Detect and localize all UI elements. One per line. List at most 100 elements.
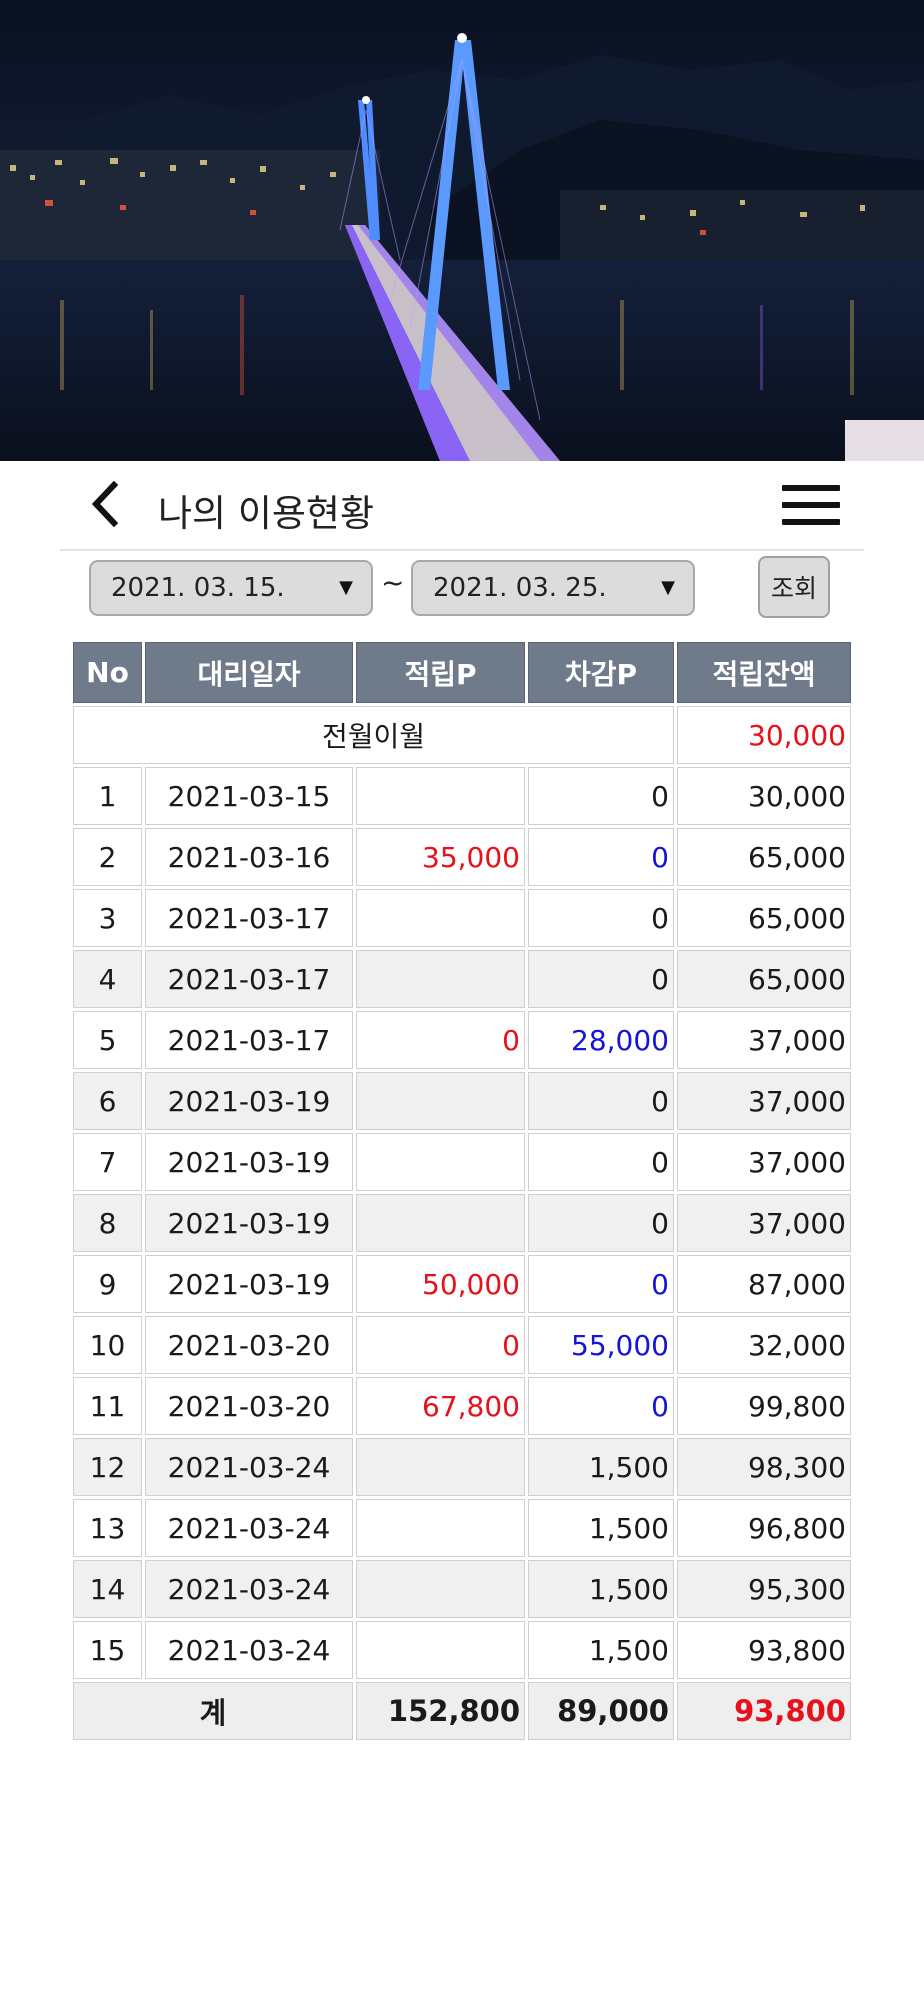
row-balance: 37,000 — [677, 1133, 851, 1191]
start-date-select[interactable]: 2021. 03. 15. ▼ — [89, 560, 373, 616]
row-balance: 37,000 — [677, 1072, 851, 1130]
row-balance: 96,800 — [677, 1499, 851, 1557]
row-deduct: 0 — [528, 1194, 674, 1252]
row-number: 1 — [73, 767, 142, 825]
row-deduct: 0 — [528, 950, 674, 1008]
row-balance: 93,800 — [677, 1621, 851, 1679]
column-header-no: No — [73, 642, 142, 703]
table-row: 14 2021-03-24 1,500 95,300 — [73, 1560, 851, 1618]
row-number: 5 — [73, 1011, 142, 1069]
row-balance: 99,800 — [677, 1377, 851, 1435]
row-earn — [356, 950, 525, 1008]
row-balance: 98,300 — [677, 1438, 851, 1496]
row-balance: 37,000 — [677, 1011, 851, 1069]
row-deduct: 0 — [528, 767, 674, 825]
row-date: 2021-03-24 — [145, 1560, 353, 1618]
row-number: 13 — [73, 1499, 142, 1557]
column-header-date: 대리일자 — [145, 642, 353, 703]
row-date: 2021-03-20 — [145, 1316, 353, 1374]
row-number: 7 — [73, 1133, 142, 1191]
row-balance: 87,000 — [677, 1255, 851, 1313]
row-earn — [356, 889, 525, 947]
row-number: 9 — [73, 1255, 142, 1313]
row-balance: 37,000 — [677, 1194, 851, 1252]
row-date: 2021-03-19 — [145, 1072, 353, 1130]
row-date: 2021-03-20 — [145, 1377, 353, 1435]
row-deduct: 0 — [528, 1255, 674, 1313]
table-row: 13 2021-03-24 1,500 96,800 — [73, 1499, 851, 1557]
row-earn: 50,000 — [356, 1255, 525, 1313]
table-row: 11 2021-03-20 67,800 0 99,800 — [73, 1377, 851, 1435]
row-deduct: 0 — [528, 1133, 674, 1191]
total-label: 계 — [73, 1682, 353, 1740]
total-row: 계 152,800 89,000 93,800 — [73, 1682, 851, 1740]
row-balance: 32,000 — [677, 1316, 851, 1374]
row-deduct: 0 — [528, 1377, 674, 1435]
table-row: 8 2021-03-19 0 37,000 — [73, 1194, 851, 1252]
row-earn: 0 — [356, 1316, 525, 1374]
row-earn — [356, 1072, 525, 1130]
row-balance: 65,000 — [677, 828, 851, 886]
total-deduct: 89,000 — [528, 1682, 674, 1740]
row-deduct: 0 — [528, 828, 674, 886]
row-deduct: 1,500 — [528, 1560, 674, 1618]
carryover-label: 전월이월 — [73, 706, 674, 764]
menu-button[interactable] — [782, 481, 842, 529]
date-filter: 2021. 03. 15. ▼ ~ 2021. 03. 25. ▼ 조회 — [0, 556, 924, 622]
row-deduct: 55,000 — [528, 1316, 674, 1374]
table-row: 7 2021-03-19 0 37,000 — [73, 1133, 851, 1191]
row-earn — [356, 767, 525, 825]
row-earn — [356, 1438, 525, 1496]
row-date: 2021-03-17 — [145, 1011, 353, 1069]
chevron-left-icon — [91, 480, 119, 528]
row-number: 10 — [73, 1316, 142, 1374]
row-number: 2 — [73, 828, 142, 886]
row-deduct: 1,500 — [528, 1499, 674, 1557]
row-number: 3 — [73, 889, 142, 947]
row-date: 2021-03-17 — [145, 950, 353, 1008]
hero-banner-image — [0, 0, 924, 461]
carryover-balance: 30,000 — [677, 706, 851, 764]
table-row: 10 2021-03-20 0 55,000 32,000 — [73, 1316, 851, 1374]
row-date: 2021-03-24 — [145, 1621, 353, 1679]
row-balance: 95,300 — [677, 1560, 851, 1618]
row-number: 4 — [73, 950, 142, 1008]
page-title: 나의 이용현황 — [158, 492, 375, 535]
table-row: 2 2021-03-16 35,000 0 65,000 — [73, 828, 851, 886]
row-earn: 67,800 — [356, 1377, 525, 1435]
search-button[interactable]: 조회 — [758, 556, 830, 618]
row-date: 2021-03-16 — [145, 828, 353, 886]
row-earn — [356, 1194, 525, 1252]
row-number: 11 — [73, 1377, 142, 1435]
table-row: 4 2021-03-17 0 65,000 — [73, 950, 851, 1008]
table-row: 12 2021-03-24 1,500 98,300 — [73, 1438, 851, 1496]
row-date: 2021-03-15 — [145, 767, 353, 825]
row-earn — [356, 1499, 525, 1557]
triangle-down-icon: ▼ — [339, 577, 353, 598]
back-button[interactable] — [82, 479, 132, 529]
table-row: 1 2021-03-15 0 30,000 — [73, 767, 851, 825]
carryover-row: 전월이월 30,000 — [73, 706, 851, 764]
row-date: 2021-03-17 — [145, 889, 353, 947]
row-number: 15 — [73, 1621, 142, 1679]
row-deduct: 0 — [528, 1072, 674, 1130]
column-header-balance: 적립잔액 — [677, 642, 851, 703]
row-earn: 35,000 — [356, 828, 525, 886]
table-row: 15 2021-03-24 1,500 93,800 — [73, 1621, 851, 1679]
row-number: 14 — [73, 1560, 142, 1618]
row-deduct: 1,500 — [528, 1438, 674, 1496]
total-earn: 152,800 — [356, 1682, 525, 1740]
end-date-select[interactable]: 2021. 03. 25. ▼ — [411, 560, 695, 616]
row-date: 2021-03-19 — [145, 1255, 353, 1313]
row-balance: 30,000 — [677, 767, 851, 825]
table-header-row: No 대리일자 적립P 차감P 적립잔액 — [73, 642, 851, 703]
row-date: 2021-03-19 — [145, 1133, 353, 1191]
row-number: 12 — [73, 1438, 142, 1496]
row-balance: 65,000 — [677, 950, 851, 1008]
row-earn — [356, 1133, 525, 1191]
table-row: 6 2021-03-19 0 37,000 — [73, 1072, 851, 1130]
row-earn — [356, 1560, 525, 1618]
table-row: 9 2021-03-19 50,000 0 87,000 — [73, 1255, 851, 1313]
row-earn: 0 — [356, 1011, 525, 1069]
row-deduct: 1,500 — [528, 1621, 674, 1679]
